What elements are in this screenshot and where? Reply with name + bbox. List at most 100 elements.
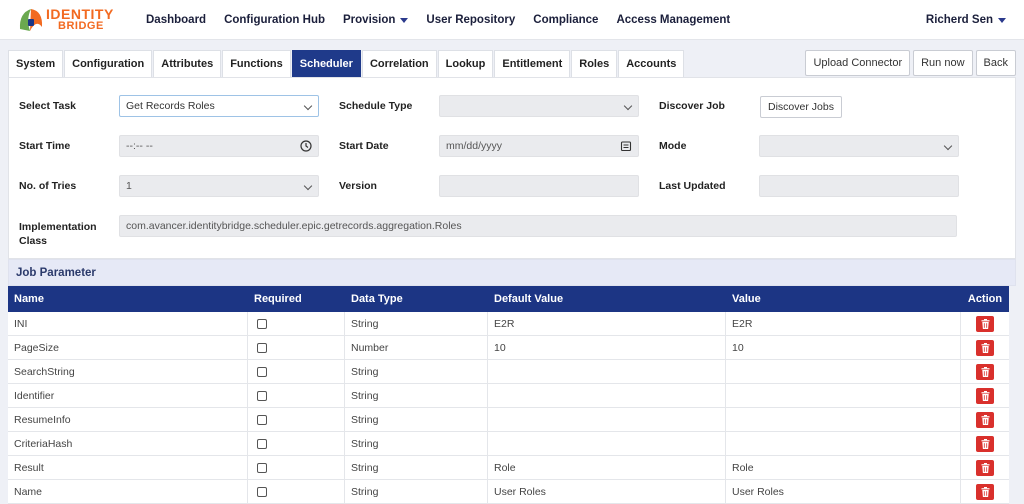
required-checkbox[interactable] — [257, 486, 267, 497]
param-type: String — [345, 408, 488, 431]
nav-access-management[interactable]: Access Management — [616, 0, 730, 40]
implementation-class-input[interactable]: com.avancer.identitybridge.scheduler.epi… — [119, 215, 957, 237]
delete-button[interactable] — [976, 483, 994, 500]
chevron-down-icon — [943, 141, 953, 151]
logo-icon — [19, 9, 43, 31]
tab-attributes[interactable]: Attributes — [153, 50, 222, 77]
table-row: Identifier String — [8, 384, 1009, 408]
param-default[interactable]: E2R — [488, 312, 726, 335]
chevron-down-icon — [400, 17, 409, 23]
tab-accounts[interactable]: Accounts — [618, 50, 685, 77]
required-checkbox[interactable] — [257, 414, 267, 425]
tries-value: 1 — [126, 180, 132, 192]
discover-job-label: Discover Job — [659, 100, 725, 112]
nav-user-repository[interactable]: User Repository — [426, 0, 515, 40]
mode-dropdown[interactable] — [759, 135, 959, 157]
param-value[interactable]: Role — [726, 456, 961, 479]
action-cell — [961, 432, 1009, 455]
param-type: String — [345, 456, 488, 479]
param-name: SearchString — [8, 360, 248, 383]
tab-entitlement[interactable]: Entitlement — [494, 50, 571, 77]
param-value[interactable] — [726, 432, 961, 455]
param-default[interactable] — [488, 360, 726, 383]
nav-configuration-hub[interactable]: Configuration Hub — [224, 0, 325, 40]
param-default[interactable] — [488, 384, 726, 407]
table-row: Name String User Roles User Roles — [8, 480, 1009, 504]
start-time-label: Start Time — [19, 140, 71, 152]
required-cell — [248, 480, 345, 503]
param-value[interactable]: 10 — [726, 336, 961, 359]
required-checkbox[interactable] — [257, 342, 267, 353]
required-checkbox[interactable] — [257, 318, 267, 329]
tab-roles[interactable]: Roles — [571, 50, 618, 77]
param-name: Result — [8, 456, 248, 479]
schedule-type-label: Schedule Type — [339, 100, 413, 112]
delete-button[interactable] — [976, 339, 994, 356]
param-value[interactable] — [726, 408, 961, 431]
required-checkbox[interactable] — [257, 438, 267, 449]
delete-button[interactable] — [976, 411, 994, 428]
param-default[interactable]: 10 — [488, 336, 726, 359]
scheduler-form: Select Task Get Records Roles Schedule T… — [8, 77, 1016, 259]
tab-functions[interactable]: Functions — [222, 50, 291, 77]
trash-icon — [981, 342, 989, 353]
nav-dashboard[interactable]: Dashboard — [146, 0, 206, 40]
run-now-button[interactable]: Run now — [913, 50, 973, 76]
tries-dropdown[interactable]: 1 — [119, 175, 319, 197]
nav-provision[interactable]: Provision — [343, 0, 409, 40]
required-checkbox[interactable] — [257, 462, 267, 473]
param-type: String — [345, 384, 488, 407]
logo[interactable]: IDENTITY BRIDGE — [16, 4, 126, 36]
start-time-input[interactable]: --:-- -- — [119, 135, 319, 157]
select-task-dropdown[interactable]: Get Records Roles — [119, 95, 319, 117]
discover-jobs-button[interactable]: Discover Jobs — [760, 96, 842, 118]
required-cell — [248, 336, 345, 359]
nav-compliance[interactable]: Compliance — [533, 0, 598, 40]
param-default[interactable] — [488, 432, 726, 455]
tab-system[interactable]: System — [8, 50, 64, 77]
nav-provision-label: Provision — [343, 14, 396, 26]
delete-button[interactable] — [976, 387, 994, 404]
schedule-type-dropdown[interactable] — [439, 95, 639, 117]
required-checkbox[interactable] — [257, 366, 267, 377]
delete-button[interactable] — [976, 435, 994, 452]
delete-button[interactable] — [976, 363, 994, 380]
table-row: PageSize Number 10 10 — [8, 336, 1009, 360]
delete-button[interactable] — [976, 459, 994, 476]
job-parameter-table: Name Required Data Type Default Value Va… — [8, 286, 1009, 504]
delete-button[interactable] — [976, 315, 994, 332]
last-updated-input[interactable] — [759, 175, 959, 197]
param-value[interactable] — [726, 360, 961, 383]
param-type: String — [345, 480, 488, 503]
logo-line-1: IDENTITY — [46, 6, 114, 22]
param-default[interactable] — [488, 408, 726, 431]
tab-correlation[interactable]: Correlation — [361, 50, 437, 77]
trash-icon — [981, 462, 989, 473]
tab-scheduler[interactable]: Scheduler — [291, 50, 361, 77]
back-button[interactable]: Back — [975, 50, 1016, 76]
param-default[interactable]: Role — [488, 456, 726, 479]
upload-connector-button[interactable]: Upload Connector — [805, 50, 911, 76]
version-input[interactable] — [439, 175, 639, 197]
action-cell — [961, 408, 1009, 431]
calendar-icon — [620, 141, 632, 152]
param-type: String — [345, 312, 488, 335]
tab-lookup[interactable]: Lookup — [437, 50, 494, 77]
param-name: PageSize — [8, 336, 248, 359]
chevron-down-icon — [303, 101, 313, 111]
col-default-value: Default Value — [494, 293, 564, 305]
param-value[interactable] — [726, 384, 961, 407]
param-value[interactable]: E2R — [726, 312, 961, 335]
action-buttons: Upload Connector Run now Back — [802, 50, 1016, 76]
implementation-class-label-line1: Implementation — [19, 221, 97, 233]
required-checkbox[interactable] — [257, 390, 267, 401]
param-default[interactable]: User Roles — [488, 480, 726, 503]
param-type: Number — [345, 336, 488, 359]
table-header: Name Required Data Type Default Value Va… — [8, 286, 1009, 312]
user-menu[interactable]: Richerd Sen — [926, 0, 1006, 40]
trash-icon — [981, 390, 989, 401]
param-value[interactable]: User Roles — [726, 480, 961, 503]
implementation-class-label: Implementation Class — [19, 220, 97, 248]
tab-configuration[interactable]: Configuration — [64, 50, 153, 77]
start-date-input[interactable]: mm/dd/yyyy — [439, 135, 639, 157]
